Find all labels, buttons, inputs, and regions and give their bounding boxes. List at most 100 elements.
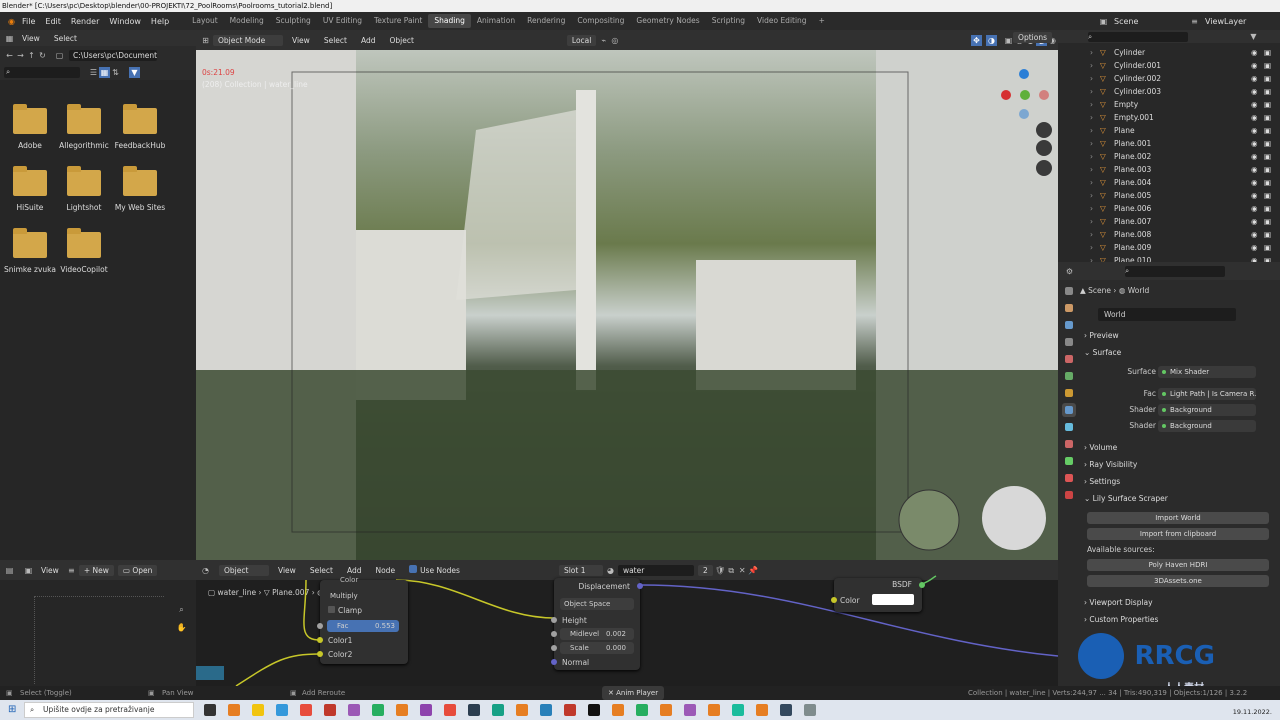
properties-tab-icon[interactable] xyxy=(1062,437,1076,451)
visibility-icon[interactable]: ◉ xyxy=(1251,176,1258,189)
visibility-icon[interactable]: ◉ xyxy=(1251,189,1258,202)
render-icon[interactable]: ▣ xyxy=(1264,137,1271,150)
taskbar-app-icon[interactable] xyxy=(612,704,624,716)
filter-icon[interactable]: ▼ xyxy=(1248,31,1259,42)
menu-window[interactable]: Window xyxy=(104,17,146,26)
gizmo-z-axis[interactable] xyxy=(1019,69,1029,79)
properties-tab-icon[interactable] xyxy=(1062,471,1076,485)
expand-icon[interactable]: › xyxy=(1090,124,1093,137)
fac-socket[interactable] xyxy=(317,623,323,629)
properties-tab-icon[interactable] xyxy=(1062,318,1076,332)
menu-select[interactable]: Select xyxy=(319,35,352,46)
section-volume[interactable]: › Volume xyxy=(1084,440,1274,455)
gizmo-icon[interactable]: ✥ xyxy=(971,34,982,46)
expand-icon[interactable]: › xyxy=(1090,150,1093,163)
folder-item[interactable]: Adobe xyxy=(0,104,60,150)
fac-field[interactable]: Light Path | Is Camera R... xyxy=(1158,388,1256,400)
taskbar-app-icon[interactable] xyxy=(396,704,408,716)
import-world-button[interactable]: Import World xyxy=(1087,512,1269,524)
anim-player-badge[interactable]: ✕ Anim Player xyxy=(602,686,665,700)
outliner-row[interactable]: › ▽ Plane.001 ◉ ▣ xyxy=(1058,137,1280,150)
render-icon[interactable]: ▣ xyxy=(1264,202,1271,215)
folder-item[interactable]: VideoCopilot xyxy=(54,228,114,274)
expand-icon[interactable]: › xyxy=(1090,111,1093,124)
back-icon[interactable]: ← xyxy=(4,50,15,61)
section-surface[interactable]: ⌄ Surface xyxy=(1084,345,1274,360)
add-workspace-icon[interactable]: + xyxy=(813,14,831,28)
properties-search[interactable]: ⌕ xyxy=(1125,265,1225,277)
taskbar-app-icon[interactable] xyxy=(804,704,816,716)
new-button[interactable]: + New xyxy=(78,564,114,576)
displacement-node[interactable]: Displacement Object Space Height Midleve… xyxy=(551,578,643,670)
section-settings[interactable]: › Settings xyxy=(1084,474,1274,489)
color2-socket[interactable] xyxy=(317,651,323,657)
menu-help[interactable]: Help xyxy=(146,17,174,26)
blend-mode-dropdown[interactable]: Multiply xyxy=(330,592,358,600)
thumb-view-icon[interactable]: ▦ xyxy=(99,66,110,78)
frame-node[interactable] xyxy=(196,666,224,680)
properties-tab-icon[interactable] xyxy=(1062,386,1076,400)
properties-tab-icon[interactable] xyxy=(1062,488,1076,502)
open-button[interactable]: ▭ Open xyxy=(117,564,158,576)
render-icon[interactable]: ▣ xyxy=(1264,124,1271,137)
proportional-icon[interactable]: ◎ xyxy=(609,35,620,46)
menu-view[interactable]: View xyxy=(36,565,64,576)
mode-dropdown[interactable]: Object Mode xyxy=(213,34,283,46)
section-viewport-display[interactable]: › Viewport Display xyxy=(1084,595,1274,610)
editor-type-icon[interactable]: ⊞ xyxy=(200,35,211,46)
shader2-field[interactable]: Background xyxy=(1158,420,1256,432)
refresh-icon[interactable]: ↻ xyxy=(37,50,48,61)
folder-item[interactable]: Allegorithmic xyxy=(54,104,114,150)
taskbar-app-icon[interactable] xyxy=(252,704,264,716)
path-field[interactable]: C:\Users\pc\Documents\ xyxy=(69,49,157,61)
folder-item[interactable]: My Web Sites xyxy=(110,166,170,212)
section-lily[interactable]: ⌄ Lily Surface Scraper xyxy=(1084,491,1274,506)
folder-item[interactable]: HiSuite xyxy=(0,166,60,212)
visibility-icon[interactable]: ◉ xyxy=(1251,241,1258,254)
bsdf-node[interactable]: BSDF Color xyxy=(831,578,925,612)
displacement-output-socket[interactable] xyxy=(637,583,643,589)
import-clipboard-button[interactable]: Import from clipboard xyxy=(1087,528,1269,540)
visibility-icon[interactable]: ◉ xyxy=(1251,72,1258,85)
expand-icon[interactable]: › xyxy=(1090,98,1093,111)
taskbar-app-icon[interactable] xyxy=(708,704,720,716)
outliner-row[interactable]: › ▽ Empty.001 ◉ ▣ xyxy=(1058,111,1280,124)
tab-uv-editing[interactable]: UV Editing xyxy=(317,14,368,28)
expand-icon[interactable]: › xyxy=(1090,85,1093,98)
height-socket[interactable] xyxy=(551,617,557,623)
visibility-icon[interactable]: ◉ xyxy=(1251,46,1258,59)
taskbar-app-icon[interactable] xyxy=(444,704,456,716)
render-icon[interactable]: ▣ xyxy=(1264,111,1271,124)
taskbar-app-icon[interactable] xyxy=(756,704,768,716)
menu-view[interactable]: View xyxy=(287,35,315,46)
render-icon[interactable]: ▣ xyxy=(1264,98,1271,111)
taskbar-app-icon[interactable] xyxy=(372,704,384,716)
gizmo-neg-x-axis[interactable] xyxy=(1039,90,1049,100)
taskbar-app-icon[interactable] xyxy=(492,704,504,716)
shader1-field[interactable]: Background xyxy=(1158,404,1256,416)
visibility-icon[interactable]: ◉ xyxy=(1251,228,1258,241)
outliner-row[interactable]: › ▽ Plane.006 ◉ ▣ xyxy=(1058,202,1280,215)
forward-icon[interactable]: → xyxy=(15,50,26,61)
space-dropdown[interactable]: Object Space xyxy=(560,598,634,610)
taskbar-app-icon[interactable] xyxy=(204,704,216,716)
mix-rgb-node[interactable]: Color Multiply Clamp Fac 0.553 Color1 Col… xyxy=(317,576,408,664)
expand-icon[interactable]: › xyxy=(1090,202,1093,215)
pan-icon[interactable] xyxy=(1036,140,1052,156)
properties-tab-icon[interactable] xyxy=(1062,403,1076,417)
expand-icon[interactable]: › xyxy=(1090,163,1093,176)
section-ray-visibility[interactable]: › Ray Visibility xyxy=(1084,457,1274,472)
expand-icon[interactable]: › xyxy=(1090,72,1093,85)
3dassets-button[interactable]: 3DAssets.one xyxy=(1087,575,1269,587)
render-icon[interactable]: ▣ xyxy=(1264,176,1271,189)
outliner-row[interactable]: › ▽ Plane.003 ◉ ▣ xyxy=(1058,163,1280,176)
tab-sculpting[interactable]: Sculpting xyxy=(270,14,317,28)
visibility-icon[interactable]: ◉ xyxy=(1251,124,1258,137)
outliner-row[interactable]: › ▽ Empty ◉ ▣ xyxy=(1058,98,1280,111)
render-icon[interactable]: ▣ xyxy=(1264,228,1271,241)
pan-icon[interactable]: ✋ xyxy=(176,622,187,633)
view-layer-name[interactable]: ViewLayer xyxy=(1200,17,1280,26)
expand-icon[interactable]: › xyxy=(1090,215,1093,228)
editor-type-icon[interactable]: ▦ xyxy=(4,33,15,44)
tab-modeling[interactable]: Modeling xyxy=(224,14,270,28)
